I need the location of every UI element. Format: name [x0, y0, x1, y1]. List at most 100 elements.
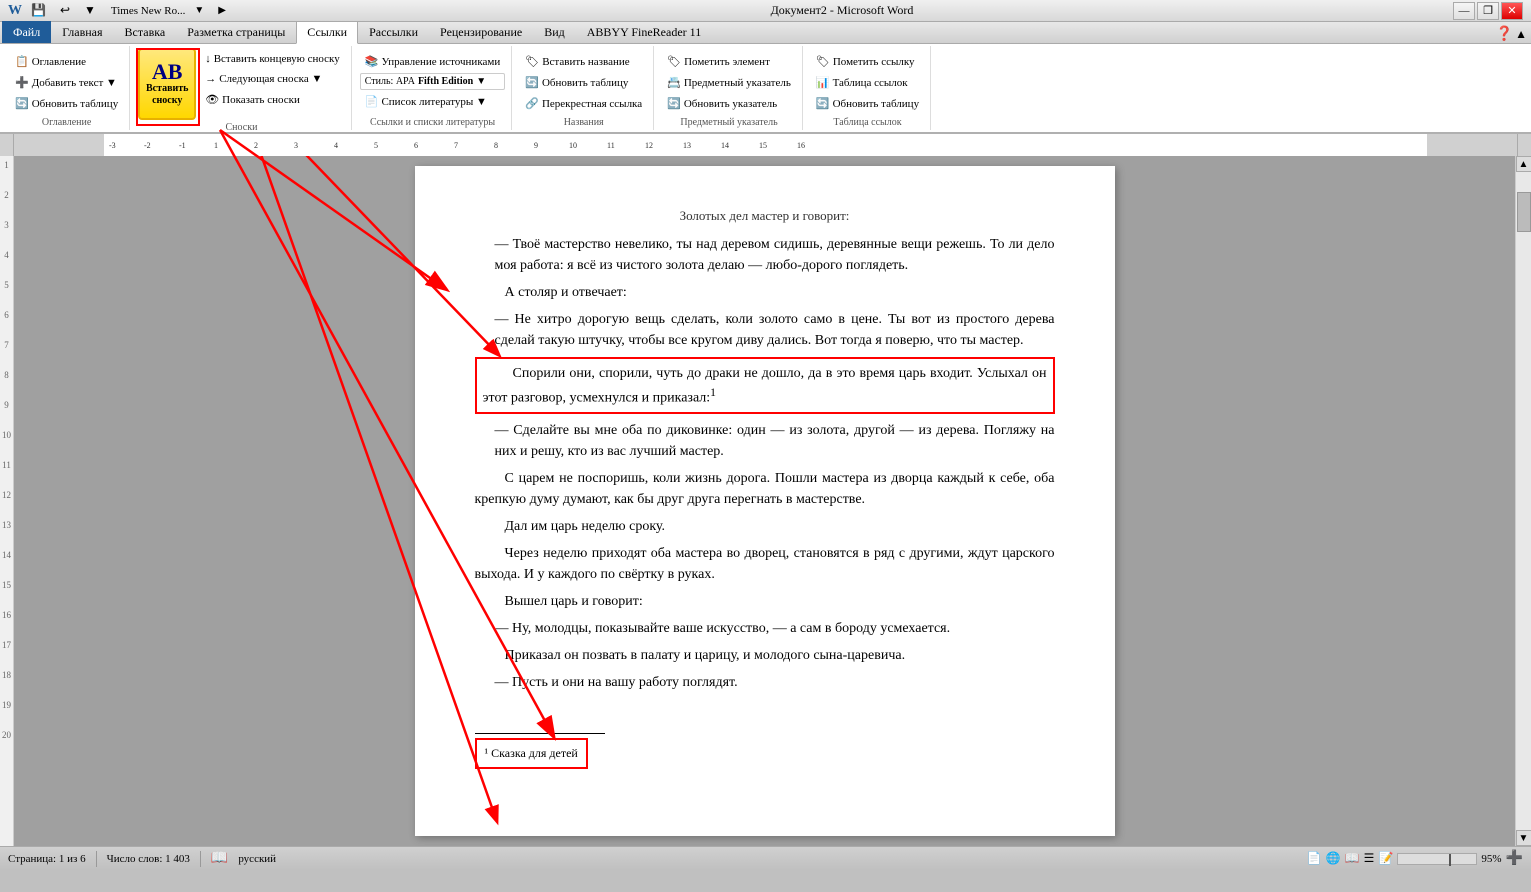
btn-show-footnotes[interactable]: 👁 Показать сноски [200, 90, 345, 109]
view-read[interactable]: 📖 [1345, 851, 1360, 866]
index-group-label: Предметный указатель [680, 115, 777, 128]
left-marker-6: 6 [4, 310, 9, 320]
document-area[interactable]: Золотых дел мастер и говорит: — Твоё мас… [14, 156, 1515, 846]
btn-bibliography[interactable]: 📄 Список литературы ▼ [360, 92, 505, 111]
group-citation-table: 🏷 Пометить ссылку 📊 Таблица ссылок 🔄 Обн… [805, 46, 931, 130]
ruler-right-side [1517, 134, 1531, 156]
btn-insert-footnote[interactable]: AB Вставитьсноску [138, 48, 196, 120]
tab-review[interactable]: Рецензирование [429, 21, 533, 43]
svg-text:-3: -3 [109, 141, 116, 150]
btn-update-toc[interactable]: 🔄 Обновить таблицу [10, 94, 123, 113]
tab-file[interactable]: Файл [2, 21, 51, 43]
tab-insert[interactable]: Вставка [114, 21, 177, 43]
footnote-text: ¹ Сказка для детей [485, 746, 578, 760]
index-label: Предметный указатель [684, 77, 791, 89]
left-marker-10: 10 [2, 430, 11, 440]
ribbon-tabs: Файл Главная Вставка Разметка страницы С… [0, 22, 1531, 44]
minimize-btn[interactable]: — [1453, 2, 1475, 20]
left-marker-19: 19 [2, 700, 11, 710]
ribbon-collapse[interactable]: ▲ [1515, 27, 1527, 42]
left-marker-12: 12 [2, 490, 11, 500]
quick-save[interactable]: 💾 [26, 1, 51, 20]
title-bar-left: W 💾 ↩ ▼ Times New Ro... ▼ ▶ [8, 1, 231, 20]
btn-insert-endnote[interactable]: ↓ Вставить концевую сноску [200, 50, 345, 68]
help-icon[interactable]: ❓ [1496, 26, 1513, 43]
view-outline[interactable]: ☰ [1364, 851, 1375, 866]
bib-icon: 📄 [365, 95, 379, 108]
svg-text:8: 8 [494, 141, 498, 150]
main-area: 1 2 3 4 5 6 7 8 9 10 11 12 13 14 15 16 1… [0, 156, 1531, 846]
left-marker-13: 13 [2, 520, 11, 530]
mark-cite-label: Пометить ссылку [833, 56, 915, 68]
sources-label: Управление источниками [381, 56, 500, 68]
btn-citation-table[interactable]: 📊 Таблица ссылок [811, 73, 924, 92]
style-label: Стиль: APA [365, 76, 415, 87]
btn-mark-citation[interactable]: 🏷 Пометить ссылку [811, 52, 924, 71]
left-marker-4: 4 [4, 250, 9, 260]
status-bar: Страница: 1 из 6 Число слов: 1 403 📖 рус… [0, 846, 1531, 870]
zoom-in-btn[interactable]: ➕ [1506, 850, 1523, 867]
caption-icon: 🏷 [525, 55, 539, 68]
scroll-thumb[interactable] [1517, 192, 1531, 232]
page-top-text: Золотых дел мастер и говорит: [475, 206, 1055, 226]
left-marker-3: 3 [4, 220, 9, 230]
left-marker-1: 1 [4, 160, 9, 170]
para-3: — Не хитро дорогую вещь сделать, коли зо… [475, 309, 1055, 351]
para-12: — Пусть и они на вашу работу поглядят. [475, 672, 1055, 693]
btn-mark-entry[interactable]: 🏷 Пометить элемент [662, 52, 796, 71]
scroll-down-btn[interactable]: ▼ [1516, 830, 1531, 846]
spell-icon[interactable]: 📖 [211, 850, 228, 867]
toc-label: Оглавление [32, 56, 86, 68]
btn-insert-caption[interactable]: 🏷 Вставить название [520, 52, 634, 71]
scroll-up-btn[interactable]: ▲ [1516, 156, 1531, 172]
btn-update-table[interactable]: 🔄 Обновить таблицу [520, 73, 633, 92]
para-1: — Твоё мастерство невелико, ты над дерев… [475, 234, 1055, 276]
left-marker-11: 11 [2, 460, 11, 470]
zoom-thumb[interactable] [1449, 854, 1451, 866]
title-expand[interactable]: ▼ [189, 3, 209, 18]
btn-manage-sources[interactable]: 📚 Управление источниками [360, 52, 505, 71]
cite-table-label: Таблица ссылок [833, 77, 908, 89]
tab-view[interactable]: Вид [533, 21, 576, 43]
ruler-left-side [0, 134, 14, 156]
svg-text:1: 1 [214, 141, 218, 150]
toc-content: 📋 Оглавление ➕ Добавить текст ▼ 🔄 Обнови… [10, 48, 123, 115]
group-toc: 📋 Оглавление ➕ Добавить текст ▼ 🔄 Обнови… [4, 46, 130, 130]
btn-cross-ref[interactable]: 🔗 Перекрестная ссылка [520, 94, 647, 113]
btn-toc[interactable]: 📋 Оглавление [10, 52, 123, 71]
btn-next-footnote[interactable]: → Следующая сноска ▼ [200, 70, 345, 88]
quick-dropdown[interactable]: ▼ [79, 1, 101, 20]
left-marker-7: 7 [4, 340, 9, 350]
caption-label: Вставить название [542, 56, 629, 68]
btn-add-text[interactable]: ➕ Добавить текст ▼ [10, 73, 123, 92]
toc-icon: 📋 [15, 55, 29, 68]
btn-update-cite[interactable]: 🔄 Обновить таблицу [811, 94, 924, 113]
svg-text:15: 15 [759, 141, 767, 150]
page-info: Страница: 1 из 6 [8, 853, 86, 865]
update-cite-icon: 🔄 [816, 97, 830, 110]
status-sep-2 [200, 851, 201, 867]
tab-layout[interactable]: Разметка страницы [176, 21, 296, 43]
tab-home[interactable]: Главная [51, 21, 113, 43]
tab-abbyy[interactable]: ABBYY FineReader 11 [576, 21, 712, 43]
view-draft[interactable]: 📝 [1378, 851, 1393, 866]
tab-references[interactable]: Ссылки [296, 21, 358, 44]
mark-entry-label: Пометить элемент [684, 56, 770, 68]
zoom-slider[interactable] [1397, 853, 1477, 865]
left-marker-14: 14 [2, 550, 11, 560]
restore-btn[interactable]: ❐ [1477, 2, 1499, 20]
style-dropdown[interactable]: Стиль: APA Fifth Edition ▼ [360, 73, 505, 90]
view-normal[interactable]: 📄 [1307, 851, 1322, 866]
btn-update-index[interactable]: 🔄 Обновить указатель [662, 94, 796, 113]
title-controls: — ❐ ✕ [1453, 2, 1523, 20]
scroll-track[interactable] [1516, 172, 1531, 830]
close-btn[interactable]: ✕ [1501, 2, 1523, 20]
tab-mailings[interactable]: Рассылки [358, 21, 429, 43]
btn-insert-index[interactable]: 📇 Предметный указатель [662, 73, 796, 92]
view-web[interactable]: 🌐 [1326, 851, 1341, 866]
captions-group-label: Названия [564, 115, 604, 128]
quick-undo[interactable]: ↩ [55, 1, 75, 20]
svg-text:-2: -2 [144, 141, 151, 150]
footnote-separator [475, 733, 605, 734]
title-customize[interactable]: ▶ [213, 3, 231, 18]
